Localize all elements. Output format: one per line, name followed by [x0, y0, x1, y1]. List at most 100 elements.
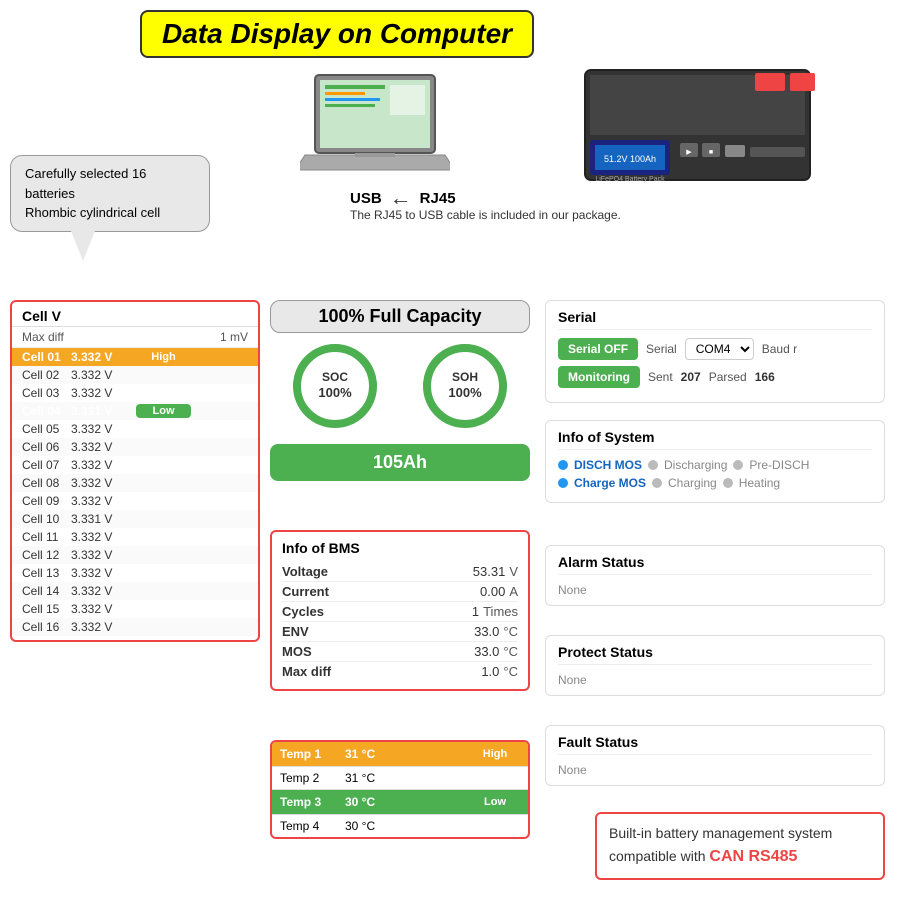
bms-row: MOS33.0°C [282, 642, 518, 662]
serial-row-1: Serial OFF Serial COM4 COM1 COM2 COM3 Ba… [558, 338, 872, 360]
charge-mos-dot [558, 478, 568, 488]
cell-name: Cell 10 [16, 512, 71, 526]
protect-panel: Protect Status None [545, 635, 885, 696]
cell-voltage: 3.332 V [71, 422, 136, 436]
cell-row: Cell 133.332 V [12, 564, 258, 582]
cell-name: Cell 06 [16, 440, 71, 454]
monitoring-button[interactable]: Monitoring [558, 366, 640, 388]
fault-panel: Fault Status None [545, 725, 885, 786]
disch-mos-label: DISCH MOS [574, 458, 642, 472]
parsed-value: 166 [755, 370, 775, 384]
cell-name: Cell 15 [16, 602, 71, 616]
bms-title: Info of BMS [282, 540, 518, 556]
cell-voltage: 3.331 V [71, 404, 136, 418]
baud-label: Baud r [762, 342, 797, 356]
temp-badge: Low [470, 794, 520, 810]
alarm-title: Alarm Status [558, 554, 872, 575]
charging-label: Charging [668, 476, 717, 490]
cell-row: Cell 033.332 V [12, 384, 258, 402]
cell-row: Cell 143.332 V [12, 582, 258, 600]
cell-name: Cell 04 [16, 404, 71, 418]
soc-gauge: SOC 100% [290, 341, 380, 434]
bms-row: Max diff1.0°C [282, 662, 518, 681]
cell-name: Cell 14 [16, 584, 71, 598]
capacity-section: 100% Full Capacity SOC 100% SOH 100% 105… [270, 300, 530, 491]
cell-row: Cell 023.332 V [12, 366, 258, 384]
bms-row: Current0.00A [282, 582, 518, 602]
bms-row: Cycles1Times [282, 602, 518, 622]
cell-name: Cell 07 [16, 458, 71, 472]
cell-row: Cell 123.332 V [12, 546, 258, 564]
temp-badge: High [470, 746, 520, 762]
bms-row: Voltage53.31V [282, 562, 518, 582]
cell-name: Cell 01 [16, 350, 71, 364]
soh-gauge: SOH 100% [420, 341, 510, 434]
battery-device-image: 51.2V 100Ah ▶ ■ LiFePO4 Battery Pack [580, 65, 820, 185]
discharging-dot [648, 460, 658, 470]
cell-name: Cell 12 [16, 548, 71, 562]
can-note-line1: Built-in battery management system [609, 822, 871, 844]
cell-voltage: 3.332 V [71, 386, 136, 400]
cell-row: Cell 093.332 V [12, 492, 258, 510]
system-panel: Info of System DISCH MOS Discharging Pre… [545, 420, 885, 503]
cell-row: Cell 153.332 V [12, 600, 258, 618]
svg-text:51.2V 100Ah: 51.2V 100Ah [604, 154, 656, 164]
cell-name: Cell 16 [16, 620, 71, 634]
svg-text:100%: 100% [448, 385, 482, 400]
cell-badge: Low [136, 404, 191, 418]
temp-table: Temp 131 °CHighTemp 231 °CTemp 330 °CLow… [270, 740, 530, 839]
temp-row: Temp 231 °C [272, 767, 528, 790]
cell-voltage: 3.332 V [71, 494, 136, 508]
sent-value: 207 [681, 370, 701, 384]
cell-voltage: 3.332 V [71, 530, 136, 544]
alarm-value: None [558, 579, 872, 597]
serial-port-select[interactable]: COM4 COM1 COM2 COM3 [685, 338, 754, 360]
serial-off-button[interactable]: Serial OFF [558, 338, 638, 360]
cell-voltage: 3.331 V [71, 512, 136, 526]
bms-row: ENV33.0°C [282, 622, 518, 642]
cell-name: Cell 08 [16, 476, 71, 490]
cell-rows-container: Cell 013.332 VHighCell 023.332 VCell 033… [12, 348, 258, 636]
charging-dot [652, 478, 662, 488]
cell-voltage: 3.332 V [71, 620, 136, 634]
cell-voltage: 3.332 V [71, 440, 136, 454]
svg-text:▶: ▶ [686, 149, 692, 156]
serial-label: Serial [646, 342, 677, 356]
cell-row: Cell 073.332 V [12, 456, 258, 474]
cell-row: Cell 063.332 V [12, 438, 258, 456]
cell-voltage: 3.332 V [71, 476, 136, 490]
serial-row-2: Monitoring Sent 207 Parsed 166 [558, 366, 872, 388]
cell-name: Cell 09 [16, 494, 71, 508]
pre-disch-label: Pre-DISCH [749, 458, 809, 472]
cell-name: Cell 02 [16, 368, 71, 382]
cell-voltage: 3.332 V [71, 584, 136, 598]
cell-row: Cell 053.332 V [12, 420, 258, 438]
cell-voltage: 3.332 V [71, 350, 136, 364]
cell-voltage: 3.332 V [71, 602, 136, 616]
disch-mos-dot [558, 460, 568, 470]
usb-label: USB [350, 190, 382, 207]
cell-name: Cell 13 [16, 566, 71, 580]
bms-rows-container: Voltage53.31VCurrent0.00ACycles1TimesENV… [282, 562, 518, 681]
protect-value: None [558, 669, 872, 687]
cell-name: Cell 05 [16, 422, 71, 436]
bms-section: Info of BMS Voltage53.31VCurrent0.00ACyc… [270, 530, 530, 691]
soc-soh-row: SOC 100% SOH 100% [270, 341, 530, 434]
heating-dot [723, 478, 733, 488]
svg-text:100%: 100% [318, 385, 352, 400]
protect-title: Protect Status [558, 644, 872, 665]
parsed-label: Parsed [709, 370, 747, 384]
temp-row: Temp 430 °C [272, 815, 528, 837]
cell-voltage: 3.332 V [71, 548, 136, 562]
svg-text:SOC: SOC [322, 370, 348, 384]
cell-diff-row: Max diff 1 mV [12, 327, 258, 348]
pre-disch-dot [733, 460, 743, 470]
can-note: Built-in battery management system compa… [595, 812, 885, 880]
svg-text:■: ■ [709, 149, 713, 156]
cell-row: Cell 103.331 V [12, 510, 258, 528]
cell-name: Cell 03 [16, 386, 71, 400]
cell-voltage: 3.332 V [71, 566, 136, 580]
cell-row: Cell 013.332 VHigh [12, 348, 258, 366]
system-row-2: Charge MOS Charging Heating [558, 476, 872, 490]
temp-rows-container: Temp 131 °CHighTemp 231 °CTemp 330 °CLow… [272, 742, 528, 837]
